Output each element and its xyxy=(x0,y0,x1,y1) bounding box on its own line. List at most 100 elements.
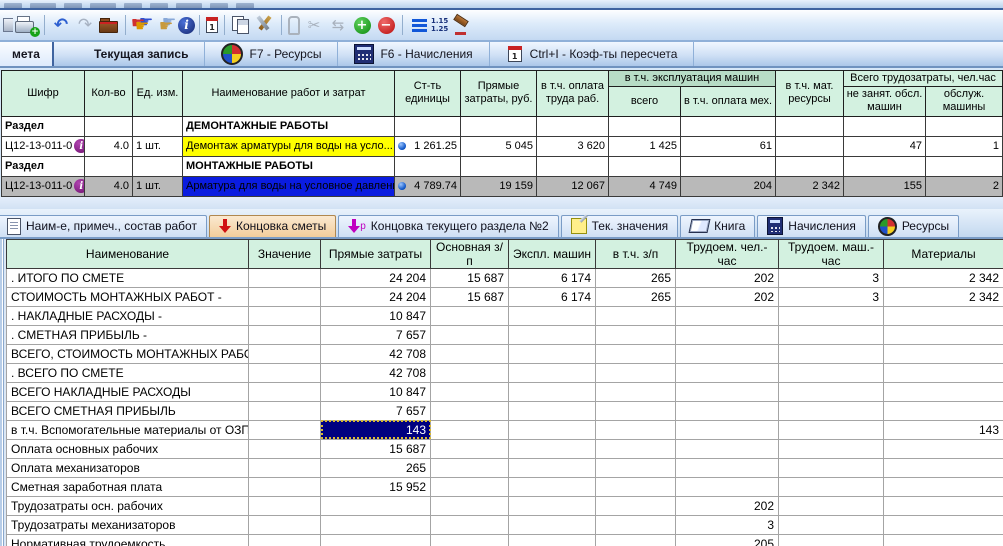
row-name-cell[interactable]: ВСЕГО НАКЛАДНЫЕ РАСХОДЫ xyxy=(7,382,249,401)
printer-add-icon[interactable]: + xyxy=(14,13,40,37)
tab-f7-resources[interactable]: F7 - Ресурсы xyxy=(205,42,338,66)
name-cell[interactable]: Арматура для воды на условное давлени xyxy=(183,176,395,196)
value-cell[interactable]: 42 708 xyxy=(321,363,431,382)
add-circle-icon[interactable] xyxy=(350,13,374,37)
totals-row[interactable]: Оплата основных рабочих15 687 xyxy=(7,439,1003,458)
value-cell[interactable]: 202 xyxy=(676,496,779,515)
tab-name-notes-works[interactable]: Наим-е, примеч., состав работ xyxy=(0,215,207,237)
hh-main-cell[interactable]: 47 xyxy=(844,136,926,156)
qty-cell[interactable] xyxy=(85,116,133,136)
value-cell[interactable] xyxy=(779,363,884,382)
row-name-cell[interactable]: ВСЕГО, СТОИМОСТЬ МОНТАЖНЫХ РАБОТ - xyxy=(7,344,249,363)
paperclip-icon[interactable] xyxy=(286,13,302,37)
value-cell[interactable] xyxy=(431,325,509,344)
calendar-icon[interactable]: 1 xyxy=(204,16,220,34)
value-cell[interactable] xyxy=(321,534,431,546)
value-cell[interactable] xyxy=(509,458,596,477)
tab-current-record[interactable]: Текущая запись xyxy=(54,42,206,66)
value-cell[interactable]: 24 204 xyxy=(321,268,431,287)
direct-cell[interactable]: 19 159 xyxy=(461,176,537,196)
qty-cell[interactable]: 4.0 xyxy=(85,176,133,196)
value-cell[interactable] xyxy=(249,439,321,458)
direct-cell[interactable] xyxy=(461,156,537,176)
row-name-cell[interactable]: Оплата механизаторов xyxy=(7,458,249,477)
value-cell[interactable] xyxy=(249,325,321,344)
totals-row[interactable]: СТОИМОСТЬ МОНТАЖНЫХ РАБОТ -24 20415 6876… xyxy=(7,287,1003,306)
estimate-row[interactable]: Ц12-13-011-0i4.01 шт.Демонтаж арматуры д… xyxy=(2,136,1003,156)
value-cell[interactable]: 3 xyxy=(779,287,884,306)
value-cell[interactable] xyxy=(779,458,884,477)
direct-cell[interactable] xyxy=(461,116,537,136)
row-name-cell[interactable]: Нормативная трудоемкость xyxy=(7,534,249,546)
swap-icon[interactable]: ⇆ xyxy=(326,13,350,37)
totals-row[interactable]: в т.ч. Вспомогательные материалы от ОЗП 1… xyxy=(7,420,1003,439)
item-info-icon[interactable]: i xyxy=(74,139,84,153)
value-cell[interactable] xyxy=(779,306,884,325)
value-cell[interactable] xyxy=(431,363,509,382)
mach-total-cell[interactable]: 1 425 xyxy=(609,136,681,156)
value-cell[interactable] xyxy=(779,344,884,363)
materials-cell[interactable] xyxy=(776,116,844,136)
value-cell[interactable] xyxy=(431,344,509,363)
copy-icon[interactable] xyxy=(229,13,253,37)
unit-cost-cell[interactable]: 4 789.74 xyxy=(395,176,461,196)
gavel-icon[interactable] xyxy=(451,13,475,37)
value-cell[interactable] xyxy=(884,534,1003,546)
remove-circle-icon[interactable] xyxy=(374,13,398,37)
value-cell[interactable] xyxy=(676,306,779,325)
value-cell[interactable]: 15 687 xyxy=(321,439,431,458)
totals-row[interactable]: ВСЕГО, СТОИМОСТЬ МОНТАЖНЫХ РАБОТ -42 708 xyxy=(7,344,1003,363)
value-cell[interactable] xyxy=(509,325,596,344)
hh-main-cell[interactable] xyxy=(844,116,926,136)
undo-icon[interactable]: ↶ xyxy=(49,13,73,37)
unit-cost-cell[interactable]: 1 261.25 xyxy=(395,136,461,156)
value-cell[interactable]: 10 847 xyxy=(321,382,431,401)
value-cell[interactable] xyxy=(884,325,1003,344)
row-name-cell[interactable]: в т.ч. Вспомогательные материалы от ОЗП xyxy=(7,420,249,439)
value-cell[interactable] xyxy=(676,439,779,458)
labor-cell[interactable]: 12 067 xyxy=(537,176,609,196)
materials-cell[interactable] xyxy=(776,136,844,156)
hand-pencil-icon[interactable]: ☛ xyxy=(154,13,178,37)
mach-pay-cell[interactable] xyxy=(681,116,776,136)
value-cell[interactable] xyxy=(249,268,321,287)
value-cell[interactable] xyxy=(596,496,676,515)
value-cell[interactable] xyxy=(676,477,779,496)
value-cell[interactable] xyxy=(676,458,779,477)
value-cell[interactable] xyxy=(509,401,596,420)
value-cell[interactable]: 6 174 xyxy=(509,268,596,287)
tab-estimate-ending[interactable]: Концовка сметы xyxy=(209,215,336,237)
value-cell[interactable] xyxy=(249,477,321,496)
section-row[interactable]: РазделМОНТАЖНЫЕ РАБОТЫ xyxy=(2,156,1003,176)
value-cell[interactable] xyxy=(596,458,676,477)
labor-cell[interactable] xyxy=(537,156,609,176)
value-cell[interactable] xyxy=(249,306,321,325)
row-name-cell[interactable]: . ВСЕГО ПО СМЕТЕ xyxy=(7,363,249,382)
value-cell[interactable] xyxy=(596,477,676,496)
value-cell[interactable]: 3 xyxy=(676,515,779,534)
value-cell[interactable] xyxy=(431,382,509,401)
totals-row[interactable]: Нормативная трудоемкость205 xyxy=(7,534,1003,546)
item-info-icon[interactable]: i xyxy=(74,179,84,193)
value-cell[interactable]: 15 687 xyxy=(431,287,509,306)
value-cell[interactable]: 143 xyxy=(321,420,431,439)
unit-cost-cell[interactable] xyxy=(395,116,461,136)
value-cell[interactable]: 15 952 xyxy=(321,477,431,496)
hh-mach-cell[interactable]: 1 xyxy=(926,136,1003,156)
value-cell[interactable]: 143 xyxy=(884,420,1003,439)
hh-main-cell[interactable]: 155 xyxy=(844,176,926,196)
value-cell[interactable] xyxy=(884,363,1003,382)
value-cell[interactable]: 265 xyxy=(596,268,676,287)
value-cell[interactable] xyxy=(779,515,884,534)
value-cell[interactable] xyxy=(884,382,1003,401)
value-cell[interactable] xyxy=(596,401,676,420)
value-cell[interactable] xyxy=(779,382,884,401)
mach-pay-cell[interactable]: 204 xyxy=(681,176,776,196)
value-info-icon[interactable] xyxy=(398,142,406,150)
value-cell[interactable] xyxy=(884,515,1003,534)
value-cell[interactable] xyxy=(431,420,509,439)
mach-total-cell[interactable] xyxy=(609,116,681,136)
unit-cell[interactable]: 1 шт. xyxy=(133,176,183,196)
value-cell[interactable] xyxy=(779,496,884,515)
value-cell[interactable] xyxy=(249,287,321,306)
